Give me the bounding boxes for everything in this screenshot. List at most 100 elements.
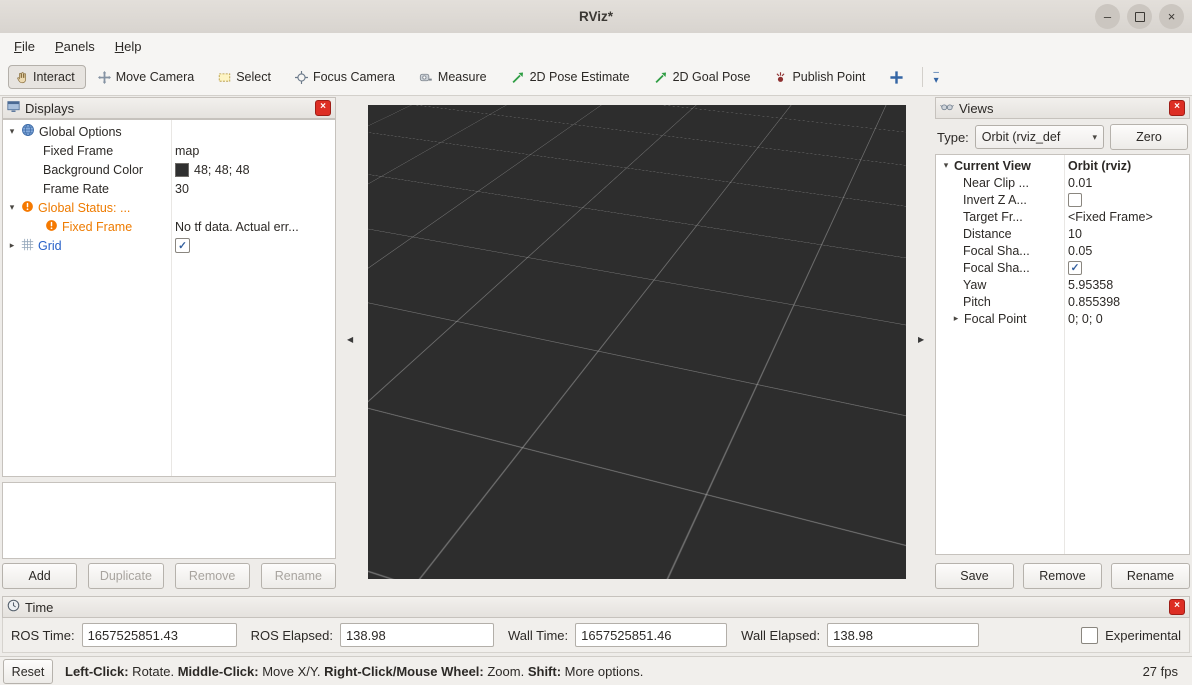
tool-measure[interactable]: Measure bbox=[419, 70, 487, 84]
invert-z-checkbox[interactable] bbox=[1068, 193, 1082, 207]
maximize-icon bbox=[1135, 12, 1145, 22]
view-row-pitch[interactable]: Pitch 0.855398 bbox=[936, 293, 1189, 310]
tree-label: Grid bbox=[38, 239, 62, 253]
expander-icon[interactable]: ▸ bbox=[951, 313, 961, 324]
value-text: No tf data. Actual err... bbox=[175, 220, 299, 234]
time-panel-header[interactable]: Time × bbox=[2, 596, 1190, 618]
tool-select[interactable]: Select bbox=[218, 70, 271, 84]
view-row-focal-shape-size[interactable]: Focal Sha... 0.05 bbox=[936, 242, 1189, 259]
view-row-invert-z[interactable]: Invert Z A... bbox=[936, 191, 1189, 208]
tree-value[interactable]: ✓ bbox=[169, 238, 335, 253]
prop-value[interactable]: 0; 0; 0 bbox=[1062, 312, 1189, 326]
prop-value[interactable] bbox=[1062, 193, 1189, 207]
rename-button[interactable]: Rename bbox=[1111, 563, 1190, 589]
add-tool-button[interactable] bbox=[889, 70, 904, 85]
tree-row-global-status[interactable]: ▾ Global Status: ... bbox=[3, 198, 335, 217]
wall-elapsed-input[interactable] bbox=[827, 623, 979, 647]
expander-icon[interactable]: ▾ bbox=[941, 160, 951, 171]
tree-value[interactable]: map bbox=[169, 144, 335, 158]
expander-icon[interactable]: ▾ bbox=[7, 126, 17, 137]
prop-value[interactable]: 5.95358 bbox=[1062, 278, 1189, 292]
close-panel-button[interactable]: × bbox=[1169, 100, 1185, 116]
minimize-button[interactable]: – bbox=[1095, 4, 1120, 29]
value-text: 5.95358 bbox=[1068, 278, 1113, 292]
close-panel-button[interactable]: × bbox=[1169, 599, 1185, 615]
prop-value[interactable]: 0.855398 bbox=[1062, 295, 1189, 309]
tree-value[interactable]: 30 bbox=[169, 182, 335, 196]
remove-button: Remove bbox=[175, 563, 250, 589]
tree-row-global-options[interactable]: ▾ Global Options bbox=[3, 122, 335, 141]
tree-value[interactable]: 48; 48; 48 bbox=[169, 163, 335, 177]
displays-panel: Displays × ▾ Global Options Fixed Frame … bbox=[2, 97, 336, 589]
type-label: Type: bbox=[937, 130, 969, 145]
tool-2d-goal-pose[interactable]: 2D Goal Pose bbox=[654, 70, 751, 84]
menu-panels[interactable]: Panels bbox=[45, 36, 105, 57]
remove-button[interactable]: Remove bbox=[1023, 563, 1102, 589]
expander-icon[interactable]: ▾ bbox=[7, 202, 17, 213]
zero-button[interactable]: Zero bbox=[1110, 124, 1188, 150]
view-type-combobox[interactable]: Orbit (rviz_def ▾ bbox=[975, 125, 1104, 149]
experimental-checkbox[interactable] bbox=[1081, 627, 1098, 644]
tool-label: Interact bbox=[33, 70, 75, 84]
view-row-yaw[interactable]: Yaw 5.95358 bbox=[936, 276, 1189, 293]
expander-icon[interactable]: ▸ bbox=[7, 240, 17, 251]
menu-file[interactable]: File bbox=[4, 36, 45, 57]
view-row-current-view[interactable]: ▾Current View Orbit (rviz) bbox=[936, 157, 1189, 174]
render-viewport[interactable] bbox=[368, 105, 906, 579]
ros-elapsed-input[interactable] bbox=[340, 623, 494, 647]
grid-enabled-checkbox[interactable]: ✓ bbox=[175, 238, 190, 253]
prop-name: Focal Sha... bbox=[963, 261, 1030, 275]
view-row-focal-shape-fixed[interactable]: Focal Sha... ✓ bbox=[936, 259, 1189, 276]
close-panel-button[interactable]: × bbox=[315, 100, 331, 116]
view-row-target-frame[interactable]: Target Fr... <Fixed Frame> bbox=[936, 208, 1189, 225]
value-text: 30 bbox=[175, 182, 189, 196]
ros-time-input[interactable] bbox=[82, 623, 237, 647]
add-button[interactable]: Add bbox=[2, 563, 77, 589]
tree-row-background-color[interactable]: Background Color 48; 48; 48 bbox=[3, 160, 335, 179]
tool-publish-point[interactable]: Publish Point bbox=[774, 70, 865, 84]
view-row-distance[interactable]: Distance 10 bbox=[936, 225, 1189, 242]
help-text: Zoom. bbox=[484, 664, 528, 679]
tree-row-status-fixed-frame[interactable]: Fixed Frame No tf data. Actual err... bbox=[3, 217, 335, 236]
column-splitter[interactable] bbox=[1064, 155, 1065, 554]
menu-help[interactable]: Help bbox=[105, 36, 152, 57]
help-bold: Right-Click/Mouse Wheel: bbox=[324, 664, 484, 679]
prop-value[interactable]: <Fixed Frame> bbox=[1062, 210, 1189, 224]
prop-name: Focal Sha... bbox=[963, 244, 1030, 258]
measure-tape-icon bbox=[419, 71, 433, 84]
maximize-button[interactable] bbox=[1127, 4, 1152, 29]
prop-value[interactable]: 0.01 bbox=[1062, 176, 1189, 190]
toolbar-overflow-button[interactable]: – ▾ bbox=[933, 69, 939, 85]
tree-row-frame-rate[interactable]: Frame Rate 30 bbox=[3, 179, 335, 198]
tool-2d-pose-estimate[interactable]: 2D Pose Estimate bbox=[511, 70, 630, 84]
prop-value[interactable]: 10 bbox=[1062, 227, 1189, 241]
value-text: map bbox=[175, 144, 199, 158]
tool-interact[interactable]: Interact bbox=[8, 65, 86, 89]
focal-shape-checkbox[interactable]: ✓ bbox=[1068, 261, 1082, 275]
save-button[interactable]: Save bbox=[935, 563, 1014, 589]
reset-button[interactable]: Reset bbox=[3, 659, 53, 684]
close-button[interactable]: × bbox=[1159, 4, 1184, 29]
column-splitter[interactable] bbox=[171, 120, 172, 476]
tool-label: 2D Pose Estimate bbox=[530, 70, 630, 84]
time-content: ROS Time: ROS Elapsed: Wall Time: Wall E… bbox=[2, 618, 1190, 653]
tree-row-fixed-frame[interactable]: Fixed Frame map bbox=[3, 141, 335, 160]
view-row-near-clip[interactable]: Near Clip ... 0.01 bbox=[936, 174, 1189, 191]
displays-panel-header[interactable]: Displays × bbox=[2, 97, 336, 119]
views-panel-header[interactable]: Views × bbox=[935, 97, 1190, 119]
titlebar[interactable]: RViz* – × bbox=[0, 0, 1192, 34]
minimize-icon: – bbox=[1104, 9, 1111, 24]
tree-row-grid[interactable]: ▸ Grid ✓ bbox=[3, 236, 335, 255]
value-text: 0.05 bbox=[1068, 244, 1092, 258]
tree-label: Global Status: ... bbox=[38, 201, 130, 215]
collapse-left-panel-handle[interactable]: ◀ bbox=[347, 336, 353, 344]
help-text: Move X/Y. bbox=[259, 664, 325, 679]
prop-value[interactable]: 0.05 bbox=[1062, 244, 1189, 258]
collapse-right-panel-handle[interactable]: ▶ bbox=[918, 336, 924, 344]
hand-icon bbox=[15, 71, 28, 84]
view-row-focal-point[interactable]: ▸Focal Point 0; 0; 0 bbox=[936, 310, 1189, 327]
wall-time-input[interactable] bbox=[575, 623, 727, 647]
prop-value[interactable]: ✓ bbox=[1062, 261, 1189, 275]
tool-move-camera[interactable]: Move Camera bbox=[98, 70, 195, 84]
tool-focus-camera[interactable]: Focus Camera bbox=[295, 70, 395, 84]
